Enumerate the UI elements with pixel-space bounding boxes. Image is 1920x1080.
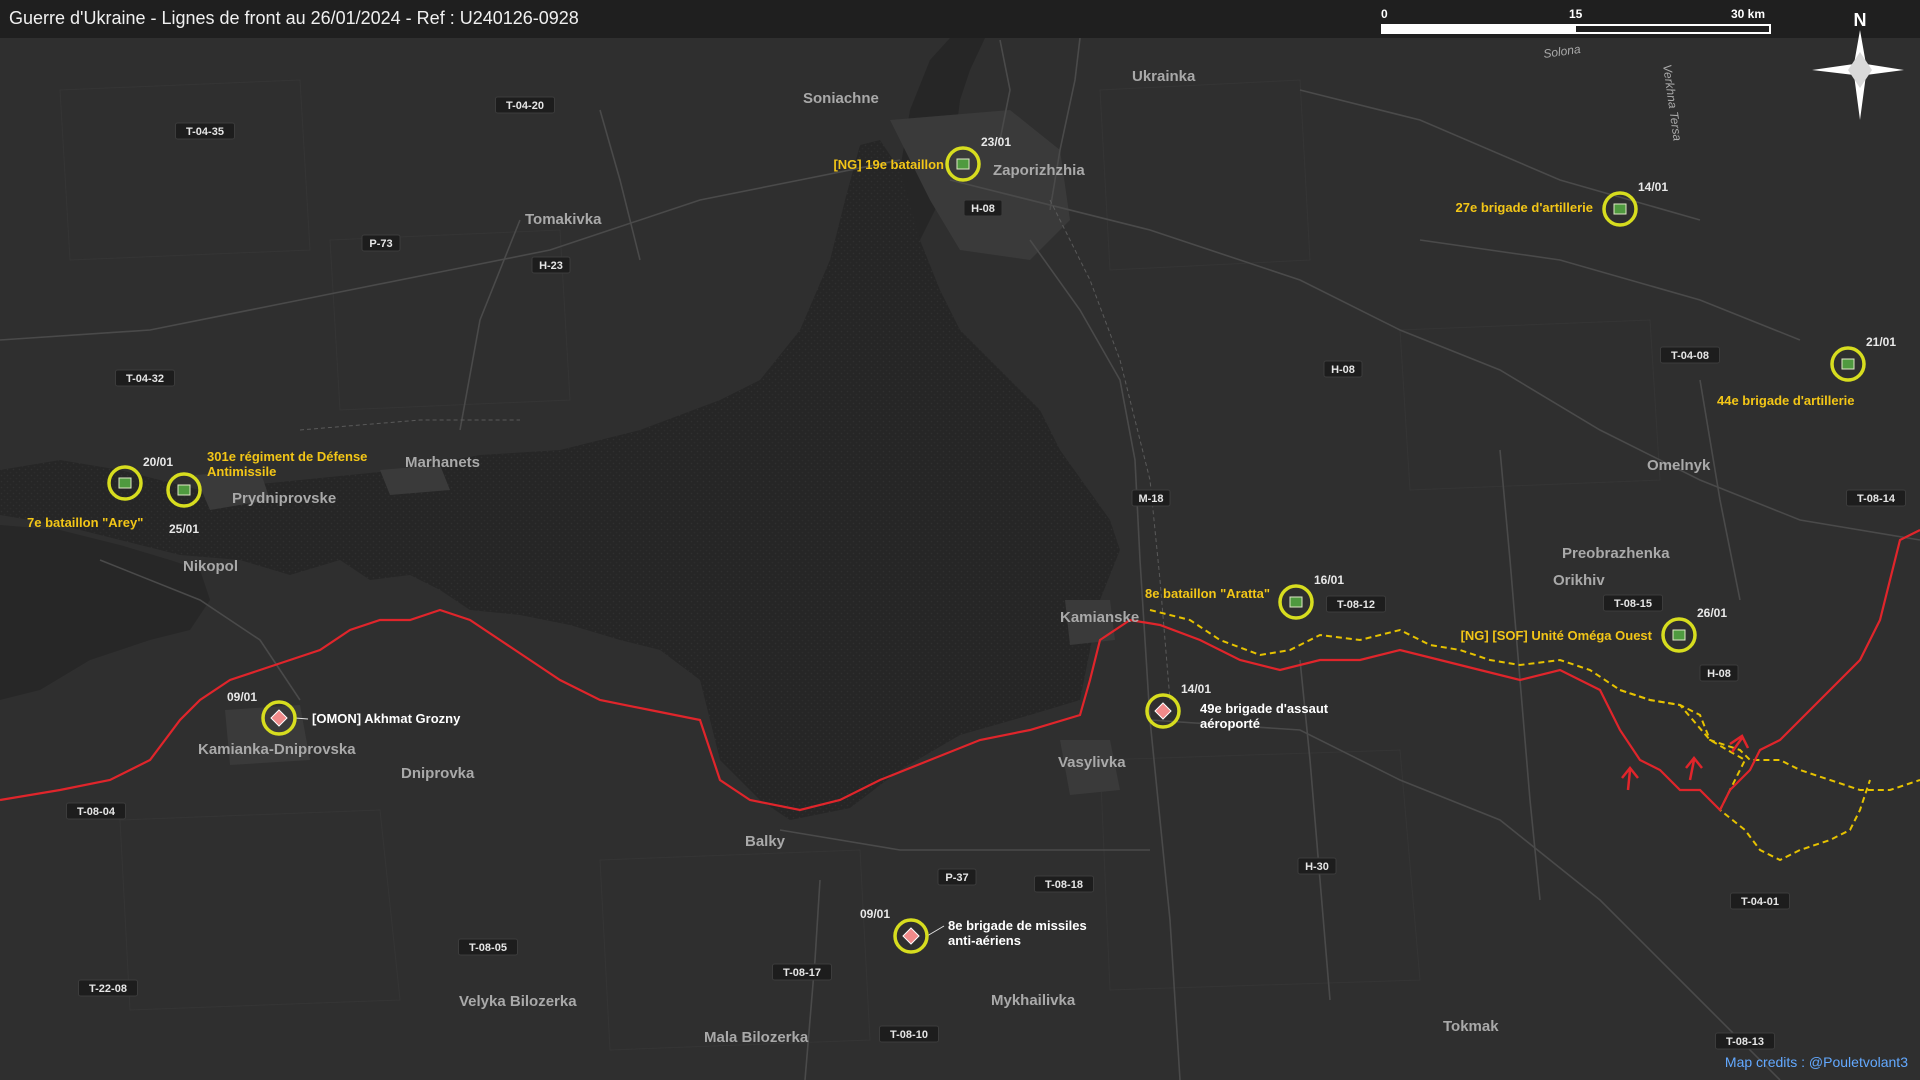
map-credits: Map credits : @Pouletvolant3: [1724, 1054, 1908, 1070]
ukraine-unit-icon: [118, 477, 132, 489]
unit-name: 301e régiment de Défense: [207, 449, 367, 464]
place-label: Tomakivka: [525, 211, 602, 228]
road-label: T-08-13: [1726, 1036, 1764, 1048]
road-label: T-04-32: [126, 373, 164, 385]
compass-star-icon: [1848, 52, 1872, 88]
road-label: T-08-12: [1337, 599, 1375, 611]
unit-date: 20/01: [143, 455, 173, 469]
map-canvas[interactable]: Soniachne Ukrainka Zaporizhzhia Tomakivk…: [0, 0, 1920, 1080]
road-label: T-08-04: [77, 806, 116, 818]
road-label: P-37: [945, 872, 968, 884]
road-label: T-04-20: [506, 100, 544, 112]
place-label: Prydniprovske: [232, 490, 336, 507]
unit-name: 44e brigade d'artillerie: [1717, 393, 1854, 408]
unit-name: 8e bataillon "Aratta": [1145, 586, 1270, 601]
unit-date: 14/01: [1638, 180, 1668, 194]
road-label: T-08-14: [1857, 493, 1896, 505]
road-label: H-30: [1305, 861, 1329, 873]
unit-name: [OMON] Akhmat Grozny: [312, 711, 461, 726]
place-label: Marhanets: [405, 454, 480, 471]
compass-label: N: [1854, 10, 1867, 30]
unit-name-line2: Antimissile: [207, 464, 276, 479]
place-label: Tokmak: [1443, 1018, 1499, 1035]
place-label: Mykhailivka: [991, 992, 1076, 1009]
place-label: Ukrainka: [1132, 68, 1196, 85]
unit-date: 16/01: [1314, 573, 1344, 587]
scale-bar: 0 15 30 km: [1381, 7, 1771, 34]
place-label: Velyka Bilozerka: [459, 993, 577, 1010]
unit-date: 09/01: [860, 907, 890, 921]
place-label: Soniachne: [803, 90, 879, 107]
ukraine-unit-icon: [1289, 596, 1303, 608]
place-label: Preobrazhenka: [1562, 545, 1670, 562]
unit-name: 49e brigade d'assaut: [1200, 701, 1329, 716]
road-label: T-04-35: [186, 126, 224, 138]
unit-date: 23/01: [981, 135, 1011, 149]
unit-name: 7e bataillon "Arey": [27, 515, 143, 530]
place-label: Kamianske: [1060, 609, 1139, 626]
place-label: Mala Bilozerka: [704, 1029, 809, 1046]
compass-rose-icon: N: [1812, 10, 1904, 120]
unit-name-line2: anti-aériens: [948, 933, 1021, 948]
ukraine-unit-icon: [1672, 629, 1686, 641]
road-label: T-08-18: [1045, 879, 1083, 891]
place-label: Omelnyk: [1647, 457, 1711, 474]
road-label: H-08: [1331, 364, 1355, 376]
place-label: Orikhiv: [1553, 572, 1605, 589]
unit-date: 26/01: [1697, 606, 1727, 620]
unit-name-line2: aéroporté: [1200, 716, 1260, 731]
unit-date: 21/01: [1866, 335, 1896, 349]
unit-date: 14/01: [1181, 682, 1211, 696]
place-label: Nikopol: [183, 558, 238, 575]
scale-tick: 0: [1381, 7, 1388, 21]
place-label: Kamianka-Dniprovska: [198, 741, 356, 758]
unit-name: 27e brigade d'artillerie: [1456, 200, 1593, 215]
road-label: H-23: [539, 260, 563, 272]
unit-name: 8e brigade de missiles: [948, 918, 1087, 933]
place-label: Vasylivka: [1058, 754, 1126, 771]
ukraine-unit-icon: [1841, 358, 1855, 370]
road-label: T-04-01: [1741, 896, 1779, 908]
scale-bar-dark: [1576, 26, 1769, 32]
unit-name: [NG] [SOF] Unité Oméga Ouest: [1461, 628, 1653, 643]
unit-name: [NG] 19e bataillon: [833, 157, 944, 172]
scale-tick: 30 km: [1731, 7, 1765, 21]
place-label: Zaporizhzhia: [993, 162, 1085, 179]
road-label: T-22-08: [89, 983, 127, 995]
scale-tick: 15: [1569, 7, 1583, 21]
road-label: T-08-05: [469, 942, 507, 954]
road-label: M-18: [1138, 493, 1163, 505]
road-label: T-08-15: [1614, 598, 1652, 610]
road-label: P-73: [369, 238, 392, 250]
road-label: H-08: [971, 203, 995, 215]
road-label: H-08: [1707, 668, 1731, 680]
road-label: T-08-17: [783, 967, 821, 979]
ukraine-unit-icon: [956, 158, 970, 170]
map-title: Guerre d'Ukraine - Lignes de front au 26…: [9, 8, 579, 28]
ukraine-unit-icon: [177, 484, 191, 496]
unit-date: 09/01: [227, 690, 257, 704]
unit-date: 25/01: [169, 522, 199, 536]
road-label: T-08-10: [890, 1029, 928, 1041]
ukraine-unit-icon: [1613, 203, 1627, 215]
road-label: T-04-08: [1671, 350, 1709, 362]
place-label: Dniprovka: [401, 765, 475, 782]
place-label: Balky: [745, 833, 786, 850]
